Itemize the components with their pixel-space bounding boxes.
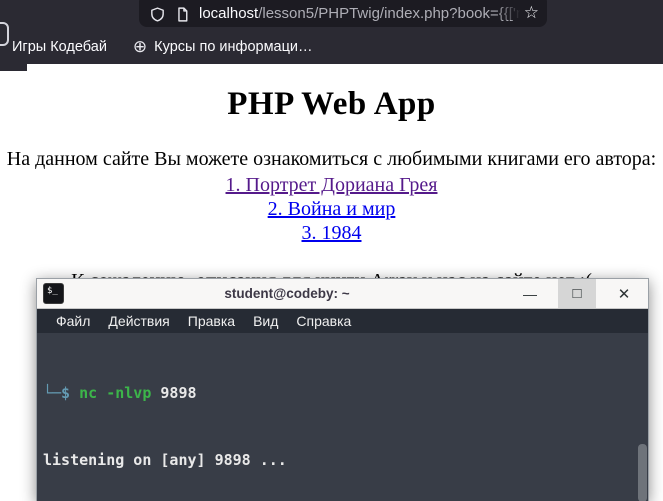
close-button[interactable]: ✕ [604, 279, 644, 308]
book-link-3[interactable]: 3. 1984 [0, 221, 663, 245]
bookmark-kursy[interactable]: ⊕ Курсы по информаци… [132, 37, 313, 56]
window-controls: — □ ✕ [510, 279, 648, 308]
terminal-app-icon: $_ [43, 283, 64, 304]
book-link-1[interactable]: 1. Портрет Дориана Грея [0, 173, 663, 197]
terminal-window-title: student@codeby: ~ [224, 286, 350, 301]
menu-item-help[interactable]: Справка [287, 313, 360, 329]
menu-item-edit[interactable]: Правка [179, 313, 244, 329]
globe-icon: ⊕ [132, 37, 148, 56]
book-links: 1. Портрет Дориана Грея 2. Война и мир 3… [0, 173, 663, 245]
menu-item-file[interactable]: Файл [47, 313, 99, 329]
terminal-titlebar[interactable]: $_ student@codeby: ~ — □ ✕ [37, 279, 648, 309]
command-text: nc -nlvp [79, 383, 152, 402]
bookmark-igry-kodebay[interactable]: Игры Кодебай [12, 39, 107, 55]
prompt-symbol: └─$ [43, 383, 71, 402]
page-title: PHP Web App [227, 86, 436, 122]
terminal-menubar: Файл Действия Правка Вид Справка [37, 309, 648, 333]
menu-item-view[interactable]: Вид [244, 313, 287, 329]
toolbar-partial-icon [0, 22, 9, 46]
bookmark-label: Курсы по информаци… [154, 39, 313, 55]
terminal-scrollbar-thumb[interactable] [638, 444, 647, 501]
bookmark-label: Игры Кодебай [12, 39, 107, 55]
url-host: localhost [199, 5, 259, 22]
terminal-command-line: └─$ nc -nlvp 9898 [43, 382, 648, 404]
intro-text: На данном сайте Вы можете ознакомиться с… [6, 148, 657, 170]
chrome-edge-artifact [0, 64, 27, 71]
url-bar[interactable]: localhost/lesson5/PHPTwig/index.php?book… [139, 0, 547, 27]
url-text[interactable]: localhost/lesson5/PHPTwig/index.php?book… [199, 4, 520, 23]
terminal-output-area[interactable]: └─$ nc -nlvp 9898 listening on [any] 989… [37, 333, 648, 501]
url-path: /lesson5/PHPTwig/index.php?book={{['nc -… [258, 5, 520, 22]
minimize-button[interactable]: — [510, 279, 550, 308]
browser-toolbar: localhost/lesson5/PHPTwig/index.php?book… [0, 0, 663, 46]
bookmark-star-icon[interactable]: ☆ [524, 3, 539, 23]
terminal-window: $_ student@codeby: ~ — □ ✕ Файл Действия… [36, 278, 649, 501]
menu-item-actions[interactable]: Действия [99, 313, 178, 329]
page-info-icon[interactable] [174, 6, 191, 23]
web-page-content: PHP Web App На данном сайте Вы можете оз… [0, 86, 663, 293]
shield-icon[interactable] [149, 6, 166, 23]
command-argument: 9898 [160, 383, 197, 402]
bookmarks-bar: Игры Кодебай ⊕ Курсы по информаци… [0, 30, 663, 64]
browser-chrome: localhost/lesson5/PHPTwig/index.php?book… [0, 0, 663, 71]
book-link-2[interactable]: 2. Война и мир [0, 197, 663, 221]
maximize-button[interactable]: □ [558, 279, 596, 308]
terminal-output-line: listening on [any] 9898 ... [43, 451, 287, 470]
